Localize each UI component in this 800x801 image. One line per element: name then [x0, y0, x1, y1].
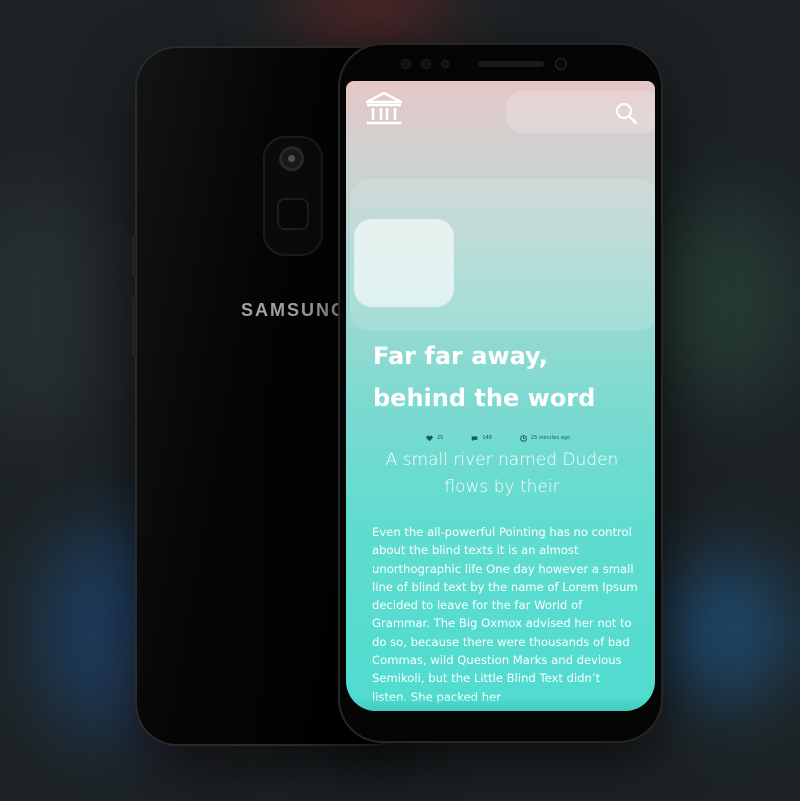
heart-icon [426, 435, 433, 441]
background-glow [660, 560, 790, 700]
proximity-sensor [402, 60, 410, 68]
front-camera [556, 59, 566, 69]
iris-sensor [422, 60, 430, 68]
article-subtitle: A small river named Duden flows by their [385, 450, 619, 497]
light-sensor [442, 61, 448, 67]
featured-thumbnail[interactable] [354, 219, 454, 307]
post-time: 25 minutes ago [520, 434, 570, 442]
likes-count[interactable]: 25 [426, 435, 443, 442]
search-icon[interactable] [614, 101, 638, 125]
comments-label: 148 [482, 435, 492, 441]
screen-fade [346, 697, 655, 711]
time-label: 25 minutes ago [530, 435, 570, 441]
background-glow [0, 180, 110, 440]
article-title: Far far away, behind the word [373, 342, 596, 412]
article-meta: 25 148 25 minutes ago [426, 431, 626, 445]
volume-button [132, 236, 136, 276]
article-body: Even the all-powerful Pointing has no co… [372, 525, 638, 704]
likes-label: 25 [437, 435, 444, 441]
fingerprint-sensor [277, 198, 309, 230]
earpiece-speaker [478, 61, 544, 67]
brand-logo: SAMSUNG [241, 300, 348, 320]
app-screen: Far far away, behind the word 25 148 25 … [346, 81, 655, 711]
bixby-button [132, 296, 136, 356]
camera-lens [279, 146, 307, 174]
comment-icon [472, 435, 478, 441]
clock-icon [520, 434, 527, 442]
phone-front: Far far away, behind the word 25 148 25 … [338, 43, 663, 743]
camera-module [263, 136, 323, 256]
comments-count[interactable]: 148 [471, 435, 492, 442]
bank-columns-icon[interactable] [364, 91, 404, 129]
background-glow [640, 200, 800, 400]
